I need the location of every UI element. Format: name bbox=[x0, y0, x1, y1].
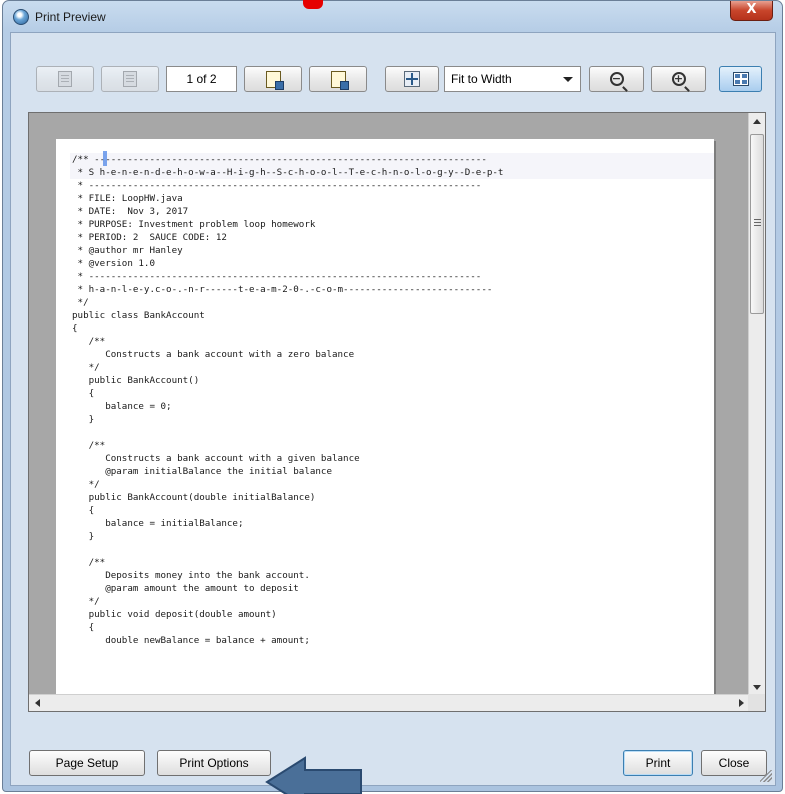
code-line: * S h-e-n-e-n-d-e-h-o-w-a--H-i-g-h--S-c-… bbox=[72, 167, 504, 178]
zoom-out-icon: − bbox=[609, 72, 624, 86]
code-line: Deposits money into the bank account. bbox=[72, 570, 310, 581]
preview-viewport[interactable]: /** ------------------------------------… bbox=[28, 112, 766, 712]
code-line: * FILE: LoopHW.java bbox=[72, 193, 183, 204]
code-line: * --------------------------------------… bbox=[72, 271, 482, 282]
last-page-button[interactable] bbox=[309, 66, 367, 92]
code-line: * h-a-n-l-e-y.c-o-.-n-r------t-e-a-m-2-0… bbox=[72, 284, 493, 295]
code-line: Constructs a bank account with a given b… bbox=[72, 453, 360, 464]
code-line: @param initialBalance the initial balanc… bbox=[72, 466, 332, 477]
zoom-in-button[interactable]: + bbox=[651, 66, 706, 92]
first-page-icon bbox=[58, 71, 72, 87]
code-line: * --------------------------------------… bbox=[72, 180, 482, 191]
code-line: public BankAccount() bbox=[72, 375, 200, 386]
scroll-right-arrow-icon[interactable] bbox=[739, 699, 744, 707]
text-caret bbox=[103, 151, 107, 166]
code-listing: /** ------------------------------------… bbox=[72, 153, 503, 647]
code-line: { bbox=[72, 323, 78, 334]
code-line: } bbox=[72, 414, 95, 425]
window-title: Print Preview bbox=[35, 10, 106, 24]
grid-view-icon bbox=[732, 72, 749, 86]
red-annotation-mark bbox=[303, 0, 323, 9]
close-button[interactable]: Close bbox=[701, 750, 767, 776]
vertical-scroll-thumb[interactable] bbox=[750, 134, 764, 314]
scroll-up-arrow-icon[interactable] bbox=[753, 119, 761, 124]
code-line: */ bbox=[72, 596, 100, 607]
next-page-button[interactable] bbox=[244, 66, 302, 92]
previous-page-button[interactable] bbox=[101, 66, 159, 92]
preview-toolbar: 1 of 2 Fit to Width − + bbox=[11, 33, 775, 103]
page-setup-button[interactable]: Page Setup bbox=[29, 750, 145, 776]
code-line: public void deposit(double amount) bbox=[72, 609, 277, 620]
code-line: /** bbox=[72, 440, 106, 451]
zoom-mode-select[interactable]: Fit to Width bbox=[444, 66, 581, 92]
fit-page-button[interactable] bbox=[385, 66, 439, 92]
resize-grip-icon[interactable] bbox=[760, 770, 772, 782]
zoom-mode-value: Fit to Width bbox=[451, 72, 512, 86]
previous-page-icon bbox=[123, 71, 137, 87]
annotation-arrow-icon bbox=[265, 756, 362, 794]
code-line: * @author mr Hanley bbox=[72, 245, 183, 256]
code-line: /** bbox=[72, 557, 106, 568]
code-line: { bbox=[72, 622, 95, 633]
code-line: * @version 1.0 bbox=[72, 258, 155, 269]
code-line: */ bbox=[72, 362, 100, 373]
zoom-in-icon: + bbox=[671, 72, 686, 86]
horizontal-scrollbar[interactable] bbox=[29, 694, 750, 711]
app-icon bbox=[13, 9, 29, 25]
fit-page-icon bbox=[404, 71, 420, 87]
code-line: */ bbox=[72, 297, 89, 308]
scroll-down-arrow-icon[interactable] bbox=[753, 685, 761, 690]
code-line: @param amount the amount to deposit bbox=[72, 583, 299, 594]
last-page-icon bbox=[330, 70, 349, 90]
grip-icon bbox=[754, 219, 761, 220]
page-indicator[interactable]: 1 of 2 bbox=[166, 66, 237, 92]
first-page-button[interactable] bbox=[36, 66, 94, 92]
code-line: { bbox=[72, 388, 95, 399]
code-line: double newBalance = balance + amount; bbox=[72, 635, 310, 646]
zoom-out-button[interactable]: − bbox=[589, 66, 644, 92]
print-options-button[interactable]: Print Options bbox=[157, 750, 271, 776]
code-line: balance = 0; bbox=[72, 401, 172, 412]
code-line: * PERIOD: 2 SAUCE CODE: 12 bbox=[72, 232, 227, 243]
code-line: balance = initialBalance; bbox=[72, 518, 244, 529]
code-line: /** bbox=[72, 336, 106, 347]
window-close-button[interactable]: X bbox=[730, 1, 773, 21]
chevron-down-icon bbox=[563, 77, 573, 82]
next-page-icon bbox=[265, 70, 284, 90]
scrollbar-corner bbox=[748, 694, 765, 711]
code-line: public class BankAccount bbox=[72, 310, 205, 321]
preview-page: /** ------------------------------------… bbox=[56, 139, 714, 711]
code-line: */ bbox=[72, 479, 100, 490]
code-line: * PURPOSE: Investment problem loop homew… bbox=[72, 219, 316, 230]
client-area: 1 of 2 Fit to Width − + /** ------------… bbox=[10, 32, 776, 794]
vertical-scrollbar[interactable] bbox=[748, 113, 765, 696]
print-button[interactable]: Print bbox=[623, 750, 693, 776]
print-preview-window: Print Preview X 1 of 2 Fit to Width − + … bbox=[2, 0, 783, 794]
code-line: { bbox=[72, 505, 95, 516]
multi-page-view-button[interactable] bbox=[719, 66, 762, 92]
code-line: } bbox=[72, 531, 95, 542]
code-line: Constructs a bank account with a zero ba… bbox=[72, 349, 355, 360]
scroll-left-arrow-icon[interactable] bbox=[35, 699, 40, 707]
code-line: /** ------------------------------------… bbox=[72, 154, 487, 165]
title-bar[interactable]: Print Preview X bbox=[3, 0, 782, 33]
code-line: * DATE: Nov 3, 2017 bbox=[72, 206, 189, 217]
code-line: public BankAccount(double initialBalance… bbox=[72, 492, 316, 503]
